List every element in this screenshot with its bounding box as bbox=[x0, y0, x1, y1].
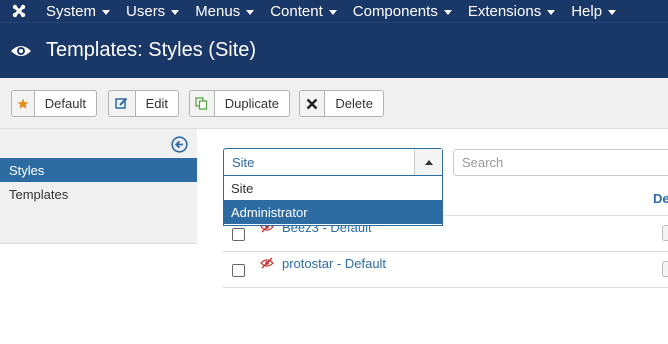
client-filter-dropdown: Site Administrator bbox=[223, 176, 443, 226]
menu-components[interactable]: Components bbox=[345, 0, 460, 22]
delete-button-label: Delete bbox=[335, 96, 373, 111]
default-button-label: Default bbox=[44, 96, 86, 111]
close-icon bbox=[300, 91, 326, 116]
menu-content[interactable]: Content bbox=[262, 0, 345, 22]
edit-icon bbox=[109, 91, 136, 116]
row-checkbox[interactable] bbox=[232, 264, 245, 277]
joomla-logo-icon[interactable] bbox=[0, 0, 38, 22]
sidebar-item-styles[interactable]: Styles bbox=[0, 158, 197, 182]
page-title: Templates: Styles (Site) bbox=[46, 39, 257, 61]
caret-down-icon bbox=[328, 9, 337, 15]
menu-menus[interactable]: Menus bbox=[187, 0, 262, 22]
menu-label: System bbox=[46, 2, 97, 20]
sidebar: Styles Templates bbox=[0, 129, 197, 244]
default-toggle[interactable] bbox=[662, 261, 668, 277]
caret-down-icon bbox=[246, 9, 255, 15]
template-style-link[interactable]: protostar - Default bbox=[282, 256, 386, 271]
caret-down-icon bbox=[608, 9, 617, 15]
edit-button-label: Edit bbox=[145, 96, 168, 111]
row-checkbox[interactable] bbox=[232, 228, 245, 241]
copy-icon bbox=[190, 91, 215, 116]
menu-users[interactable]: Users bbox=[118, 0, 187, 22]
menu-extensions[interactable]: Extensions bbox=[460, 0, 563, 22]
search-input[interactable] bbox=[453, 149, 668, 176]
menu-system[interactable]: System bbox=[38, 0, 118, 22]
column-header-default[interactable]: De bbox=[653, 191, 668, 206]
menu-label: Help bbox=[571, 2, 603, 20]
chevron-up-icon[interactable] bbox=[414, 149, 442, 175]
sidebar-item-templates[interactable]: Templates bbox=[0, 182, 197, 206]
option-site[interactable]: Site bbox=[224, 176, 442, 200]
menu-label: Content bbox=[270, 2, 323, 20]
option-label: Site bbox=[231, 180, 254, 196]
arrow-left-circle-icon[interactable] bbox=[171, 136, 188, 153]
sidebar-item-label: Styles bbox=[9, 162, 45, 178]
menu-label: Menus bbox=[195, 2, 241, 20]
table-row: protostar - Default bbox=[223, 252, 668, 288]
menu-help[interactable]: Help bbox=[563, 0, 624, 22]
star-icon bbox=[12, 91, 35, 116]
duplicate-button[interactable]: Duplicate bbox=[189, 90, 290, 117]
duplicate-button-label: Duplicate bbox=[224, 96, 279, 111]
caret-down-icon bbox=[171, 9, 180, 15]
default-toggle[interactable] bbox=[662, 225, 668, 241]
delete-button[interactable]: Delete bbox=[299, 90, 384, 117]
default-button[interactable]: Default bbox=[11, 90, 97, 117]
caret-down-icon bbox=[102, 9, 111, 15]
option-administrator[interactable]: Administrator bbox=[224, 200, 442, 224]
page-header: Templates: Styles (Site) bbox=[0, 22, 668, 78]
caret-down-icon bbox=[547, 9, 556, 15]
eye-slash-icon bbox=[260, 257, 274, 269]
caret-down-icon bbox=[443, 9, 452, 15]
eye-icon bbox=[10, 41, 34, 61]
edit-button[interactable]: Edit bbox=[108, 90, 179, 117]
menu-label: Components bbox=[352, 2, 438, 20]
menu-label: Extensions bbox=[467, 2, 542, 20]
top-navbar: System Users Menus Content Components Ex… bbox=[0, 0, 668, 22]
toolbar: Default Edit Duplicate Delete bbox=[0, 78, 668, 129]
client-filter-select[interactable]: Site bbox=[223, 148, 443, 176]
select-value: Site bbox=[232, 155, 255, 170]
sidebar-item-label: Templates bbox=[9, 186, 69, 202]
option-label: Administrator bbox=[231, 204, 308, 220]
menu-label: Users bbox=[126, 2, 166, 20]
